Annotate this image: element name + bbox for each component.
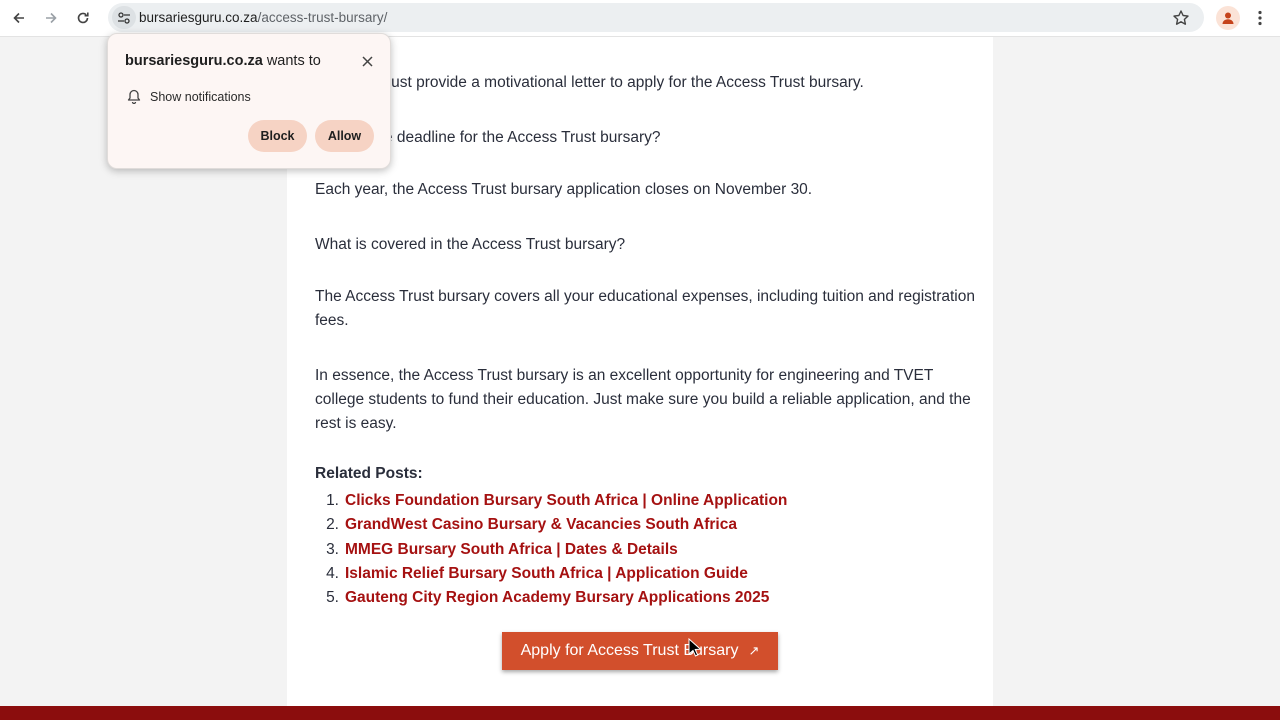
close-icon bbox=[361, 55, 373, 67]
forward-button[interactable] bbox=[38, 5, 64, 31]
related-link-islamic-relief[interactable]: Islamic Relief Bursary South Africa | Ap… bbox=[345, 565, 748, 582]
answer-deadline: Each year, the Access Trust bursary appl… bbox=[315, 181, 813, 198]
question-deadline: What is the deadline for the Access Trus… bbox=[315, 129, 661, 146]
person-icon bbox=[1222, 12, 1234, 24]
notification-permission-popup: bursariesguru.co.za wants to Show notifi… bbox=[107, 33, 391, 169]
browser-menu-button[interactable] bbox=[1250, 6, 1270, 30]
question-coverage: What is covered in the Access Trust burs… bbox=[315, 236, 626, 253]
external-link-icon: ↗ bbox=[748, 643, 760, 658]
tune-icon bbox=[118, 11, 130, 24]
list-number: 4. bbox=[326, 564, 339, 582]
profile-avatar[interactable] bbox=[1216, 6, 1240, 30]
block-button[interactable]: Block bbox=[248, 120, 307, 152]
forward-arrow-icon bbox=[46, 12, 57, 24]
article-content: Yes, you must provide a motivational let… bbox=[287, 37, 993, 707]
permission-label: Show notifications bbox=[150, 90, 251, 104]
related-posts-list: 1. Clicks Foundation Bursary South Africa… bbox=[315, 489, 787, 610]
related-posts-heading: Related Posts: bbox=[315, 465, 423, 482]
url-text: bursariesguru.co.za/access-trust-bursary… bbox=[139, 10, 387, 25]
bookmark-star-icon[interactable] bbox=[1172, 9, 1190, 27]
footer-bar bbox=[0, 706, 1280, 720]
popup-site: bursariesguru.co.za bbox=[125, 53, 263, 69]
list-item: 3. MMEG Bursary South Africa | Dates & De… bbox=[315, 538, 787, 562]
list-number: 2. bbox=[326, 516, 339, 534]
list-item: 4. Islamic Relief Bursary South Africa | … bbox=[315, 562, 787, 586]
answer-motivational-letter: Yes, you must provide a motivational let… bbox=[315, 74, 864, 91]
list-item: 1. Clicks Foundation Bursary South Africa… bbox=[315, 489, 787, 513]
address-bar[interactable]: bursariesguru.co.za/access-trust-bursary… bbox=[108, 3, 1204, 32]
more-vert-icon bbox=[1258, 10, 1262, 26]
back-arrow-icon bbox=[13, 12, 24, 24]
bell-icon bbox=[127, 89, 141, 104]
related-link-mmeg[interactable]: MMEG Bursary South Africa | Dates & Deta… bbox=[345, 541, 678, 558]
list-number: 1. bbox=[326, 492, 339, 509]
url-host: bursariesguru.co.za bbox=[139, 10, 258, 25]
list-number: 5. bbox=[326, 589, 339, 607]
allow-button[interactable]: Allow bbox=[315, 120, 374, 152]
conclusion-paragraph: In essence, the Access Trust bursary is … bbox=[315, 367, 971, 432]
list-number: 3. bbox=[326, 540, 339, 558]
url-path: /access-trust-bursary/ bbox=[257, 10, 388, 25]
answer-coverage: The Access Trust bursary covers all your… bbox=[315, 288, 975, 329]
list-item: 5. Gauteng City Region Academy Bursary Ap… bbox=[315, 586, 787, 610]
mouse-cursor-icon bbox=[688, 638, 702, 657]
popup-title: bursariesguru.co.za wants to bbox=[125, 53, 321, 69]
apply-button[interactable]: Apply for Access Trust Bursary ↗ bbox=[502, 632, 778, 670]
site-info-button[interactable] bbox=[112, 6, 136, 29]
back-button[interactable] bbox=[6, 5, 32, 31]
browser-toolbar: bursariesguru.co.za/access-trust-bursary… bbox=[0, 0, 1280, 37]
reload-button[interactable] bbox=[70, 5, 96, 31]
related-link-grandwest-casino[interactable]: GrandWest Casino Bursary & Vacancies Sou… bbox=[345, 516, 737, 533]
related-link-gauteng-city-region[interactable]: Gauteng City Region Academy Bursary Appl… bbox=[345, 589, 769, 606]
reload-icon bbox=[77, 12, 89, 24]
list-item: 2. GrandWest Casino Bursary & Vacancies S… bbox=[315, 513, 787, 537]
related-link-clicks-foundation[interactable]: Clicks Foundation Bursary South Africa |… bbox=[345, 492, 787, 509]
popup-close-button[interactable] bbox=[358, 52, 376, 70]
popup-wants-to: wants to bbox=[262, 53, 321, 69]
apply-button-label: Apply for Access Trust Bursary bbox=[520, 642, 739, 659]
